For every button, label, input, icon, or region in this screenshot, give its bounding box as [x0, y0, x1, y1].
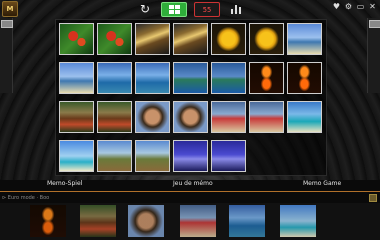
memory-card-flowers-red[interactable]	[59, 23, 94, 55]
tray-card-fire-dancer[interactable]	[30, 205, 66, 237]
memory-card-village-huts[interactable]	[97, 140, 132, 172]
maximize-icon[interactable]: ▭	[356, 2, 365, 11]
memory-card-beach-sky[interactable]	[287, 23, 322, 55]
memory-card-child-face[interactable]	[173, 101, 208, 133]
refresh-button[interactable]: ↻	[138, 1, 152, 16]
memory-card-hut-green[interactable]	[59, 101, 94, 133]
status-icon[interactable]	[369, 194, 377, 202]
memory-card-fire-dancer[interactable]	[287, 62, 322, 94]
status-text: ⊳ Euro mode · Boo	[2, 195, 50, 201]
top-toolbar: M ↻ 55 ♥ ⚙ ▭ ✕	[0, 0, 380, 18]
tray-card-child-face[interactable]	[128, 205, 164, 237]
memory-card-child-face[interactable]	[135, 101, 170, 133]
memory-card-couple-beach[interactable]	[249, 101, 284, 133]
card-tray	[0, 203, 380, 240]
memory-card-dancers-gold[interactable]	[135, 23, 170, 55]
refresh-icon: ↻	[139, 1, 151, 16]
memory-card-palm-beach[interactable]	[59, 140, 94, 172]
memory-card-sea-blue[interactable]	[97, 62, 132, 94]
left-panel-toggle[interactable]	[1, 20, 13, 28]
memory-card-island-boat[interactable]	[173, 62, 208, 94]
tray-card-sea-blue[interactable]	[229, 205, 265, 237]
memory-board	[55, 19, 327, 176]
grid-icon	[168, 5, 180, 14]
window-controls: ♥ ⚙ ▭ ✕	[332, 2, 377, 11]
memory-card-hut-green[interactable]	[97, 101, 132, 133]
stats-button[interactable]	[229, 2, 243, 15]
memory-card-dancers-gold[interactable]	[173, 23, 208, 55]
memory-card-flowers-red[interactable]	[97, 23, 132, 55]
timer-display: 55	[194, 2, 220, 17]
memory-card-island-boat[interactable]	[211, 62, 246, 94]
tray-card-couple-beach[interactable]	[180, 205, 216, 237]
settings-icon[interactable]: ⚙	[344, 2, 353, 11]
tray-card-hut-green[interactable]	[80, 205, 116, 237]
memory-card-yellow-flower[interactable]	[211, 23, 246, 55]
memory-card-sea-blue[interactable]	[135, 62, 170, 94]
close-icon[interactable]: ✕	[368, 2, 377, 11]
right-panel-toggle[interactable]	[369, 20, 380, 28]
memory-card-yellow-flower[interactable]	[249, 23, 284, 55]
app-logo[interactable]: M	[2, 1, 18, 17]
favorite-icon[interactable]: ♥	[332, 2, 341, 11]
memory-card-beach-sky[interactable]	[59, 62, 94, 94]
memory-card-lagoon[interactable]	[287, 101, 322, 133]
tray-card-palm-beach[interactable]	[280, 205, 316, 237]
label-french[interactable]: Jeu de mémo	[173, 180, 213, 187]
label-english[interactable]: Memo Game	[303, 180, 341, 187]
bar-chart-icon	[230, 4, 242, 14]
right-side-panel	[367, 18, 380, 93]
grid-view-button[interactable]	[161, 2, 187, 17]
divider	[0, 191, 380, 192]
memory-card-fire-dancer[interactable]	[249, 62, 284, 94]
memory-card-village-huts[interactable]	[135, 140, 170, 172]
memory-card-blue-dusk[interactable]	[173, 140, 208, 172]
left-side-panel	[0, 18, 13, 93]
label-german[interactable]: Memo-Spiel	[47, 180, 82, 187]
memory-card-blue-dusk[interactable]	[211, 140, 246, 172]
memory-card-couple-beach[interactable]	[211, 101, 246, 133]
